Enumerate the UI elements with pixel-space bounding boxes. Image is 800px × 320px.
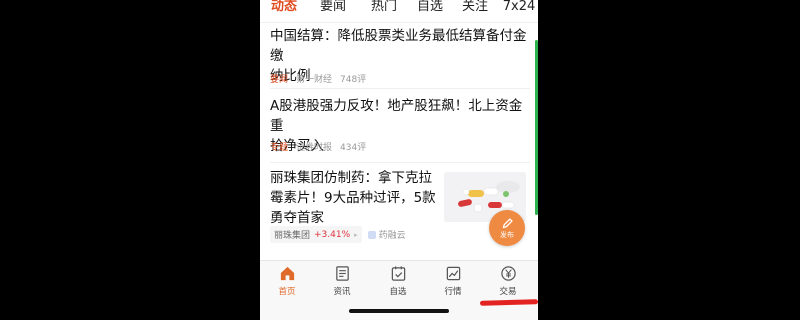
related-stock-row: 丽珠集团 +3.41% ▸ 药融云 (270, 226, 406, 243)
stock-name: 丽珠集团 (274, 231, 311, 241)
list-divider (270, 88, 530, 89)
screenshot-stage: 动态 要闻 热门 自选 关注 7x24 中国结算：降低股票类业务最低结算备付金缴… (0, 0, 800, 320)
nav-label: 自选 (389, 287, 407, 297)
news-comments: 748评 (340, 75, 367, 85)
nav-news[interactable]: 资讯 (322, 265, 362, 297)
tab-following[interactable]: 关注 (450, 0, 500, 22)
publish-button[interactable]: 发布 (489, 210, 525, 246)
tab-watchlist[interactable]: 自选 (410, 0, 450, 22)
tab-7x24[interactable]: 7x24 (500, 0, 538, 22)
news-item[interactable]: 中国结算：降低股票类业务最低结算备付金缴 纳比例 要闻 第一财经 748评 (260, 26, 530, 88)
news-title[interactable]: 丽珠集团仿制药：拿下克拉 霉素片！9大品种过评，5款 勇夺首家 (270, 168, 440, 228)
news-tag: 专题 (270, 143, 289, 153)
home-icon (280, 266, 294, 281)
source-chip: 药融云 (367, 228, 406, 241)
list-divider (270, 162, 530, 163)
publish-label: 发布 (500, 231, 514, 239)
chart-icon (446, 266, 460, 281)
source-logo-icon (367, 230, 376, 239)
news-meta: 专题 证券时报 434评 (270, 140, 366, 153)
pencil-icon (502, 218, 513, 229)
nav-home[interactable]: 首页 (267, 265, 307, 297)
news-item[interactable]: 丽珠集团仿制药：拿下克拉 霉素片！9大品种过评，5款 勇夺首家 丽珠集团 +3.… (260, 168, 530, 260)
top-tab-bar: 动态 要闻 热门 自选 关注 7x24 (260, 0, 538, 23)
nav-market[interactable]: 行情 (433, 265, 473, 297)
tab-hot[interactable]: 热门 (358, 0, 410, 22)
news-item[interactable]: A股港股强力反攻！地产股狂飙！北上资金重 拾净买入 专题 证券时报 434评 (260, 94, 530, 162)
news-comments: 434评 (340, 143, 367, 153)
tab-headlines[interactable]: 要闻 (308, 0, 358, 22)
news-icon (335, 266, 349, 281)
nav-label: 首页 (278, 287, 296, 297)
news-source: 证券时报 (296, 143, 333, 153)
scroll-indicator[interactable] (535, 40, 538, 215)
nav-label: 资讯 (333, 287, 351, 297)
news-meta: 要闻 第一财经 748评 (270, 72, 366, 85)
yuan-icon (500, 266, 516, 281)
stock-change: +3.41% (314, 229, 351, 240)
news-tag: 要闻 (270, 75, 289, 85)
news-source: 第一财经 (296, 75, 333, 85)
watchlist-icon (391, 266, 405, 281)
stock-chip[interactable]: 丽珠集团 +3.41% ▸ (270, 226, 362, 243)
nav-label: 行情 (444, 287, 462, 297)
nav-label: 交易 (499, 287, 517, 297)
home-indicator[interactable] (349, 309, 449, 313)
news-source: 药融云 (378, 231, 406, 241)
nav-watchlist[interactable]: 自选 (378, 265, 418, 297)
chevron-right-icon: ▸ (354, 230, 358, 239)
phone-screen: 动态 要闻 热门 自选 关注 7x24 中国结算：降低股票类业务最低结算备付金缴… (260, 0, 538, 320)
nav-trade[interactable]: 交易 (488, 265, 528, 297)
tab-dynamic[interactable]: 动态 (260, 0, 308, 22)
